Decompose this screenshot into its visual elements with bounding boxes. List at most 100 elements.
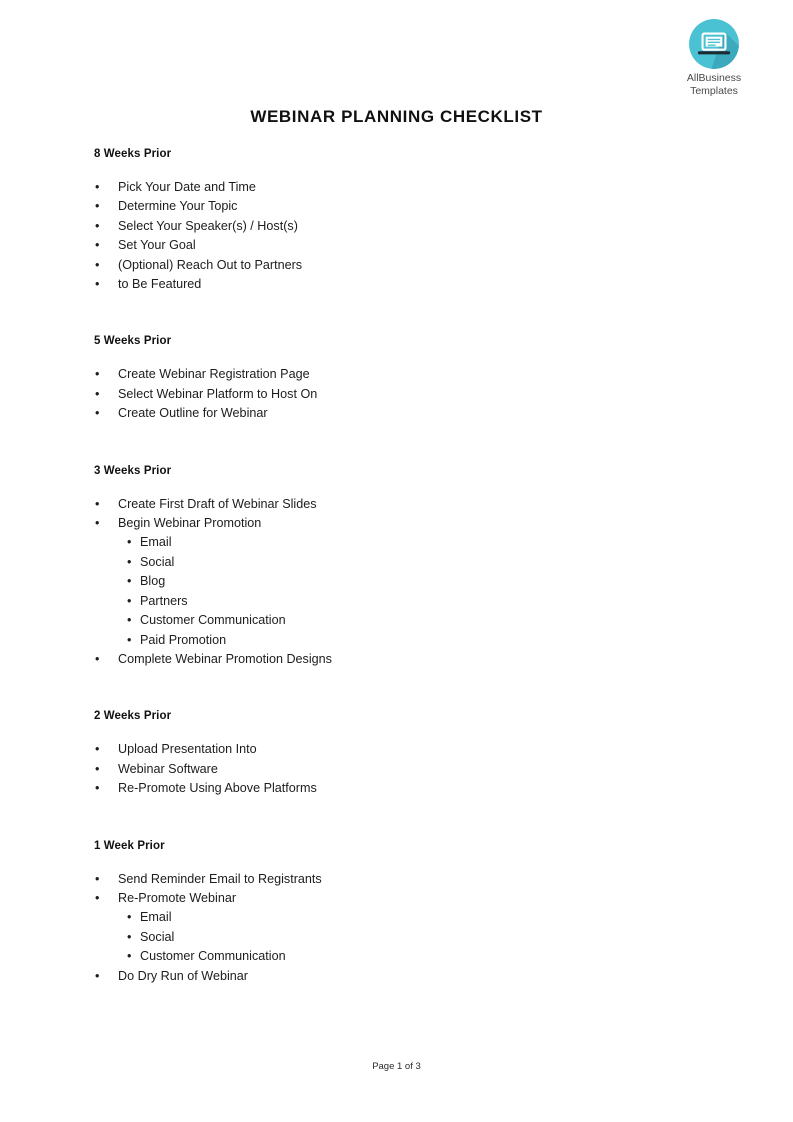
bullet-icon: • <box>95 257 100 272</box>
bullet-icon: • <box>127 613 132 628</box>
bullet-icon: • <box>95 218 100 233</box>
checklist-section: 8 Weeks Prior • Pick Your Date and Time • De… <box>94 148 714 294</box>
bullet-icon: • <box>127 632 132 647</box>
checklist-item-label: Partners <box>140 593 188 608</box>
checklist-item-label: Re-Promote Webinar <box>118 890 237 905</box>
checklist-list: • Create Webinar Registration Page • Select… <box>94 365 714 423</box>
checklist-item[interactable]: • Select Your Speaker(s) / Host(s) <box>94 217 714 236</box>
checklist-item[interactable]: • Webinar Software <box>94 760 714 779</box>
checklist-item-label: Social <box>140 554 175 569</box>
bullet-icon: • <box>95 199 100 214</box>
checklist-item[interactable]: • Complete Webinar Promotion Designs <box>94 650 714 669</box>
section-heading: 8 Weeks Prior <box>94 148 172 160</box>
bullet-icon: • <box>95 781 100 796</box>
brand-name-line2: Templates <box>690 85 738 97</box>
checklist-item-label: Paid Promotion <box>140 632 227 647</box>
checklist-item[interactable]: • Create Webinar Registration Page <box>94 365 714 384</box>
checklist-item-label: Select Your Speaker(s) / Host(s) <box>118 218 298 233</box>
checklist-subitem[interactable]: • Social <box>94 928 714 947</box>
checklist-item[interactable]: • Select Webinar Platform to Host On <box>94 385 714 404</box>
checklist-section: 5 Weeks Prior • Create Webinar Registratio… <box>94 335 714 423</box>
checklist-sublist: • Email • Social • Blog • Partners • Customer Com… <box>94 533 714 649</box>
brand-logo: AllBusiness Templates <box>668 18 760 98</box>
checklist-list: • Complete Webinar Promotion Designs <box>94 650 714 669</box>
checklist-item-label: Determine Your Topic <box>118 199 238 214</box>
page-title: WEBINAR PLANNING CHECKLIST <box>250 107 543 127</box>
bullet-icon: • <box>127 535 132 550</box>
checklist-item-label: Email <box>140 910 172 925</box>
section-heading: 5 Weeks Prior <box>94 335 172 348</box>
bullet-icon: • <box>95 516 100 531</box>
checklist-item-label: Create First Draft of Webinar Slides <box>118 496 317 511</box>
bullet-icon: • <box>95 968 100 983</box>
checklist-sublist: • Email • Social • Customer Communication <box>94 908 714 966</box>
bullet-icon: • <box>127 554 132 569</box>
brand-name-line1: AllBusiness <box>686 72 742 84</box>
bullet-icon: • <box>95 180 100 194</box>
bullet-icon: • <box>95 871 100 886</box>
checklist-subitem[interactable]: • Customer Communication <box>94 611 714 630</box>
checklist-item[interactable]: • Determine Your Topic <box>94 197 714 216</box>
checklist-item-label: Set Your Goal <box>118 238 196 253</box>
checklist-list: • Upload Presentation Into • Webinar Softwa… <box>94 740 714 798</box>
bullet-icon: • <box>95 367 100 382</box>
checklist-item-label: Webinar Software <box>118 761 218 776</box>
checklist-section: 1 Week Prior • Send Reminder Email to Regi… <box>94 840 714 986</box>
bullet-icon: • <box>95 742 100 757</box>
laptop-icon <box>689 19 739 69</box>
checklist-subitem[interactable]: • Email <box>94 908 714 927</box>
checklist-subitem[interactable]: • Partners <box>94 592 714 611</box>
bullet-icon: • <box>95 761 100 776</box>
checklist-item-label: Complete Webinar Promotion Designs <box>118 651 332 666</box>
checklist-item-label: Pick Your Date and Time <box>118 180 256 194</box>
checklist-item[interactable]: • Do Dry Run of Webinar <box>94 967 714 986</box>
checklist-subitem[interactable]: • Customer Communication <box>94 947 714 966</box>
checklist-item[interactable]: • Send Reminder Email to Registrants <box>94 870 714 889</box>
bullet-icon: • <box>127 910 132 925</box>
checklist-item[interactable]: • Set Your Goal <box>94 236 714 255</box>
bullet-icon: • <box>95 406 100 421</box>
checklist-item-label: Customer Communication <box>140 613 286 628</box>
checklist-item-label: Blog <box>140 574 166 589</box>
checklist-item-label: Upload Presentation Into <box>118 742 257 757</box>
section-heading: 1 Week Prior <box>94 839 165 852</box>
checklist-content: 8 Weeks Prior • Pick Your Date and Time • De… <box>94 148 714 986</box>
checklist-item[interactable]: • Pick Your Date and Time <box>94 178 714 197</box>
checklist-item-label: Create Outline for Webinar <box>118 406 268 421</box>
checklist-item[interactable]: • Create Outline for Webinar <box>94 404 714 423</box>
checklist-item[interactable]: • Re-Promote Webinar <box>94 889 714 908</box>
checklist-list: • Do Dry Run of Webinar <box>94 967 714 986</box>
checklist-subitem[interactable]: • Social <box>94 553 714 572</box>
checklist-item[interactable]: • Re-Promote Using Above Platforms <box>94 779 714 798</box>
checklist-subitem[interactable]: • Paid Promotion <box>94 631 714 650</box>
section-heading: 3 Weeks Prior <box>94 464 172 477</box>
checklist-item[interactable]: • Create First Draft of Webinar Slides <box>94 495 714 514</box>
checklist-item-label: (Optional) Reach Out to Partners <box>118 257 303 272</box>
bullet-icon: • <box>127 929 132 944</box>
checklist-section: 3 Weeks Prior • Create First Draft of Webi… <box>94 465 714 670</box>
checklist-item[interactable]: • (Optional) Reach Out to Partners <box>94 256 714 275</box>
bullet-icon: • <box>95 238 100 253</box>
bullet-icon: • <box>95 386 100 401</box>
checklist-item-label: Re-Promote Using Above Platforms <box>118 781 317 796</box>
checklist-item-label: Send Reminder Email to Registrants <box>118 871 322 886</box>
checklist-item[interactable]: • Begin Webinar Promotion <box>94 514 714 533</box>
checklist-item[interactable]: • to Be Featured <box>94 275 714 294</box>
bullet-icon: • <box>127 574 132 589</box>
checklist-list: • Create First Draft of Webinar Slides • Be… <box>94 495 714 534</box>
checklist-subitem[interactable]: • Email <box>94 533 714 552</box>
page-footer: Page 1 of 3 <box>372 1061 421 1072</box>
checklist-item[interactable]: • Upload Presentation Into <box>94 740 714 759</box>
brand-name: AllBusiness Templates <box>668 72 760 98</box>
checklist-item-label: Social <box>140 929 175 944</box>
checklist-item-label: Begin Webinar Promotion <box>118 516 262 531</box>
checklist-item-label: Email <box>140 535 172 550</box>
checklist-subitem[interactable]: • Blog <box>94 572 714 591</box>
bullet-icon: • <box>95 277 100 292</box>
checklist-item-label: Customer Communication <box>140 949 286 964</box>
checklist-item-label: Select Webinar Platform to Host On <box>118 386 318 401</box>
checklist-item-label: Do Dry Run of Webinar <box>118 968 248 983</box>
checklist-list: • Pick Your Date and Time • Determine Your … <box>94 178 714 294</box>
